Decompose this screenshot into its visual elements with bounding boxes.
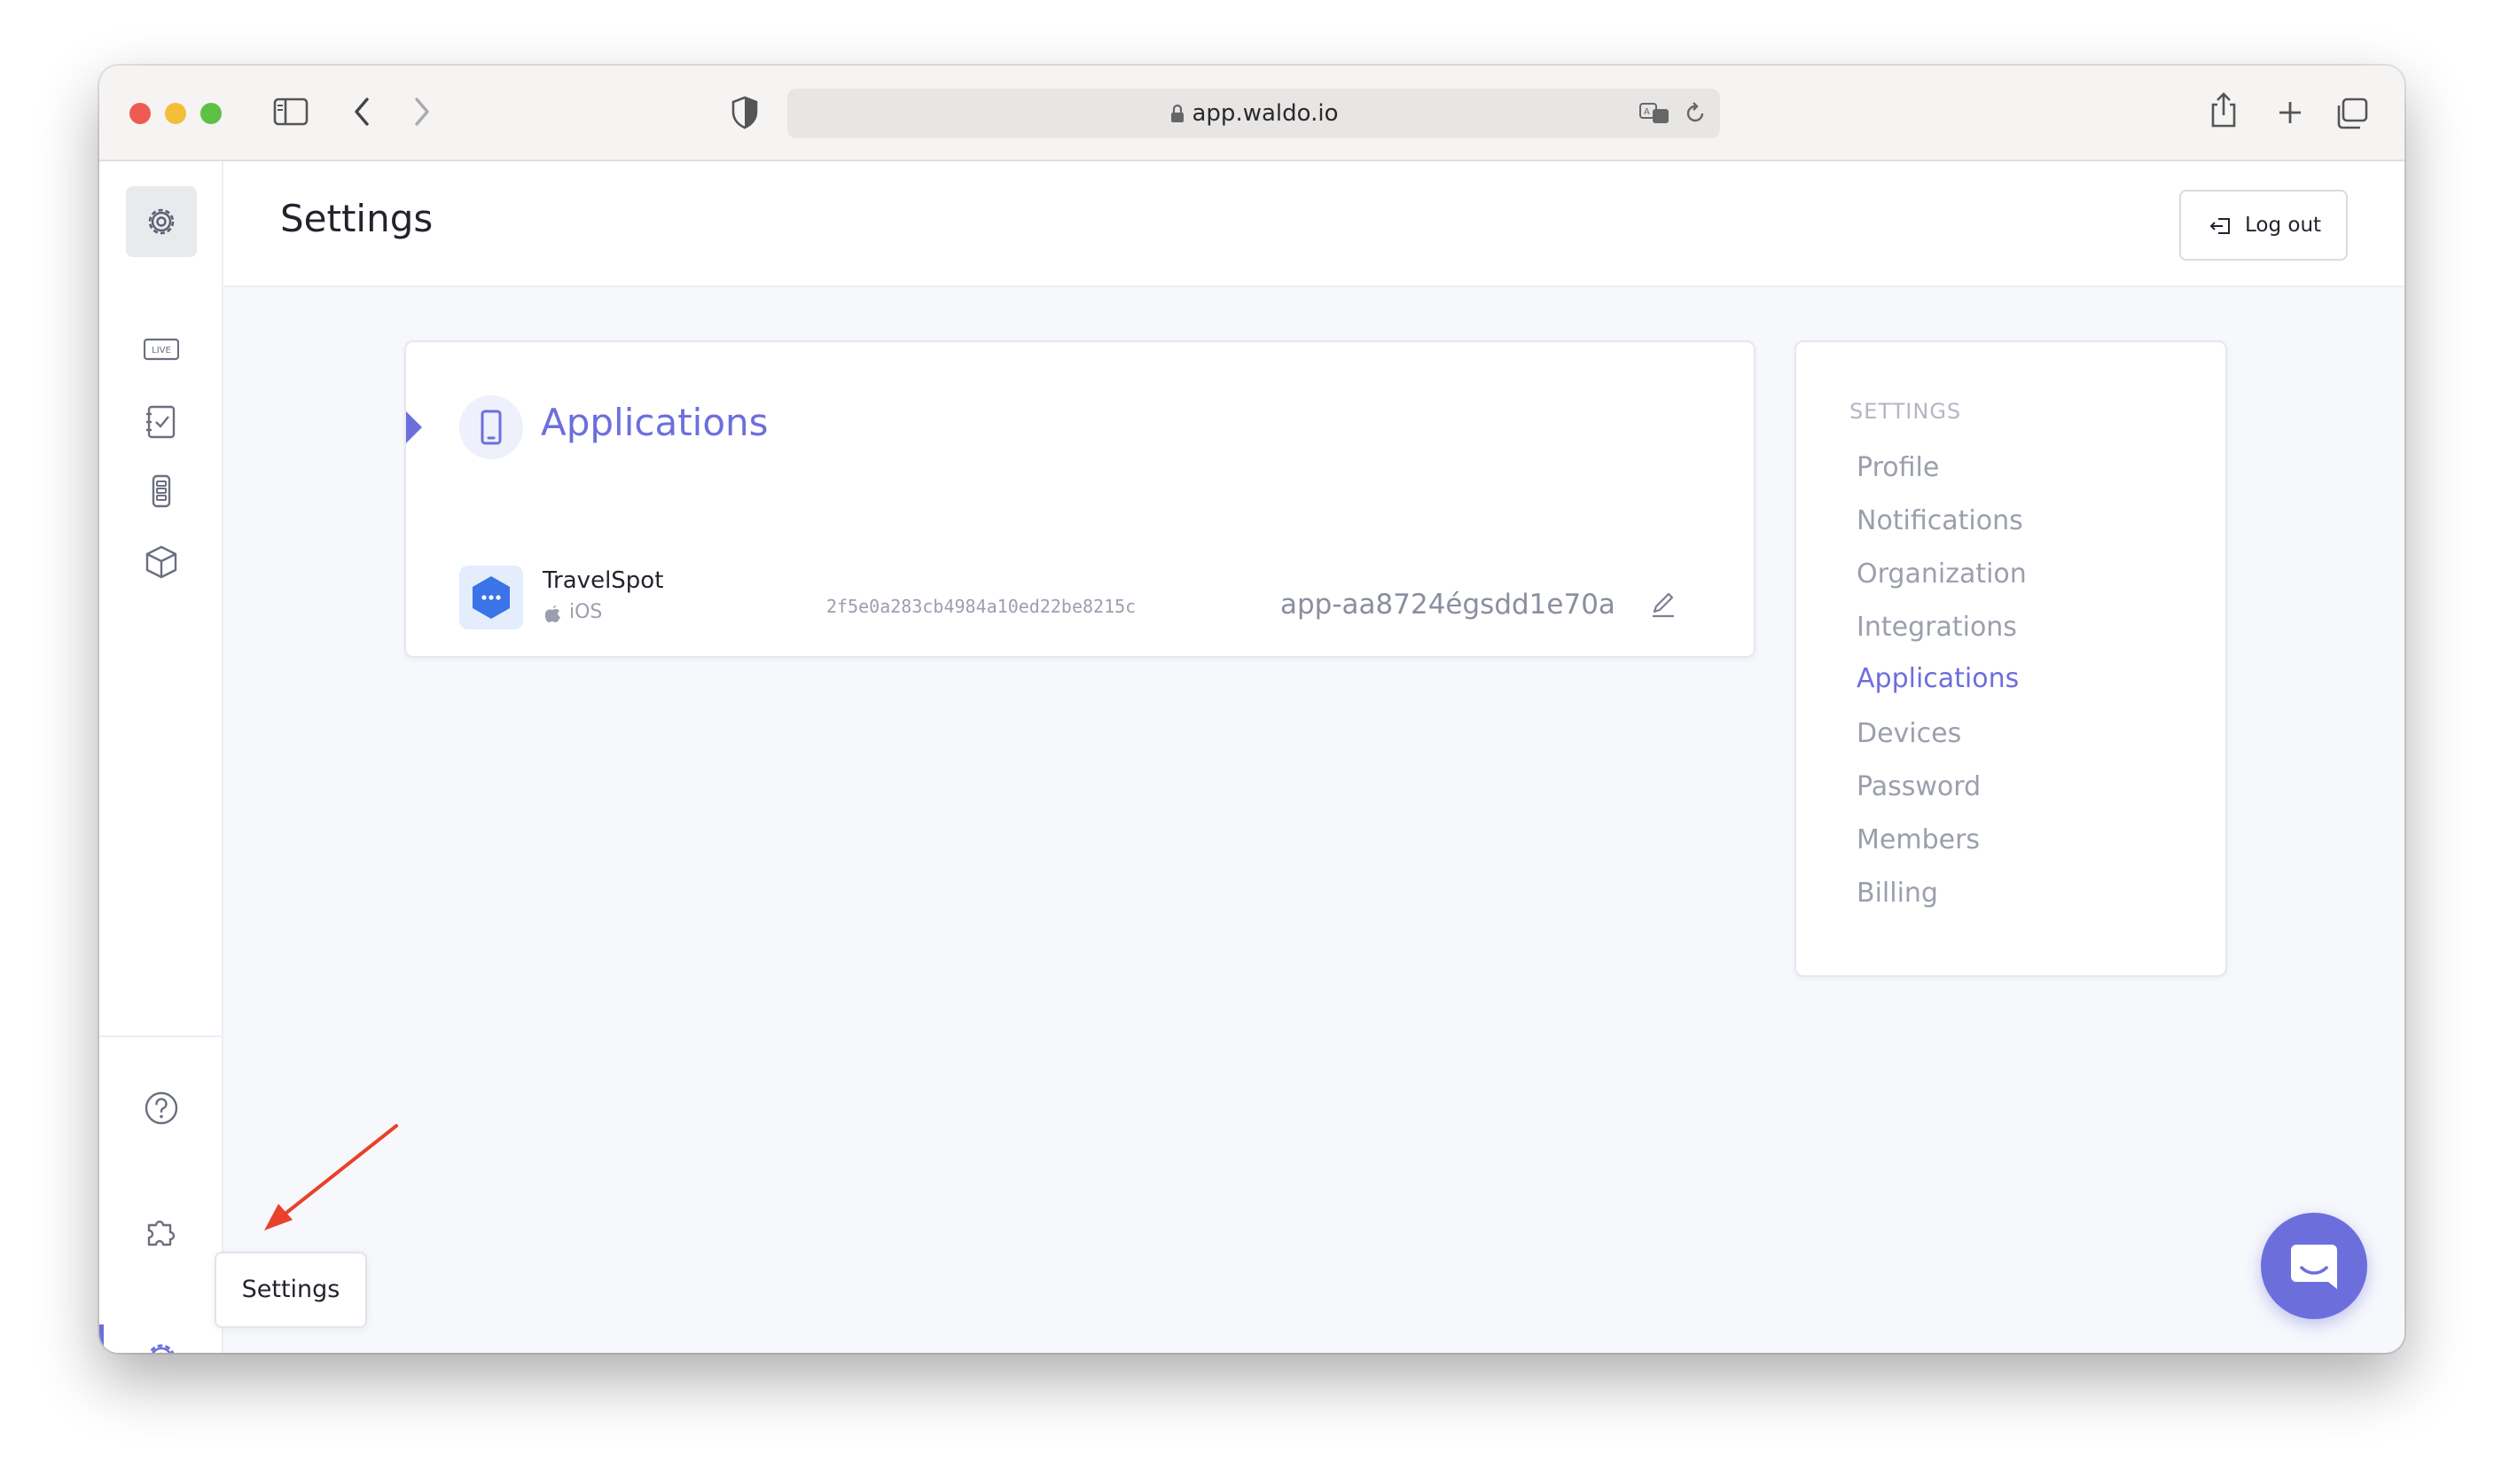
annotation-arrow-icon [264,1124,398,1230]
